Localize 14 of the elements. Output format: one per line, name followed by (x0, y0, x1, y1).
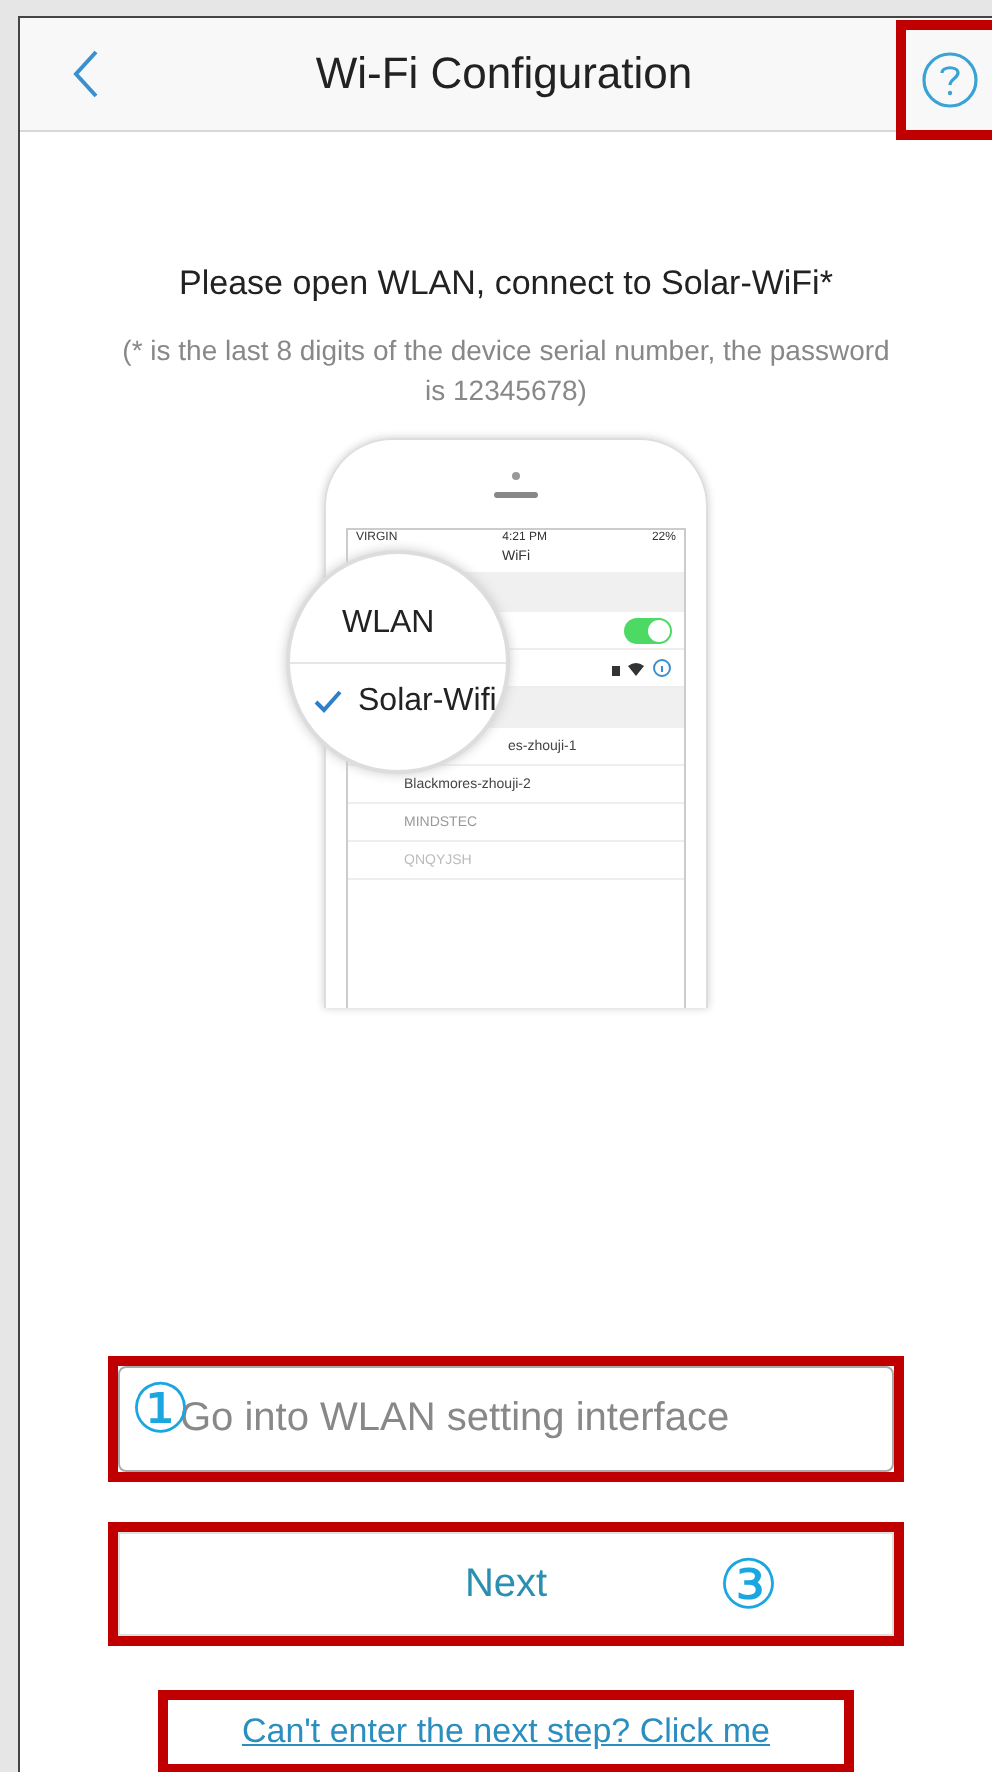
instruction-heading: Please open WLAN, connect to Solar-WiFi* (179, 264, 833, 304)
help-button[interactable] (919, 50, 979, 110)
network-status-icons (612, 658, 672, 678)
help-icon (919, 50, 979, 110)
wifi-toggle[interactable] (624, 617, 672, 643)
instruction-note: (* is the last 8 digits of the device serial number, the password is 12345678) (120, 332, 892, 410)
page-title: Wi-Fi Configuration (313, 48, 695, 100)
back-chevron-icon (72, 48, 100, 100)
help-link[interactable]: Can't enter the next step? Click me (241, 1712, 771, 1752)
speaker-slot (494, 491, 538, 497)
network-name: Solar-Wifi (358, 683, 497, 719)
step-number: ③ (718, 1552, 778, 1620)
camera-dot (512, 471, 520, 479)
section-label: WLAN (290, 605, 506, 663)
